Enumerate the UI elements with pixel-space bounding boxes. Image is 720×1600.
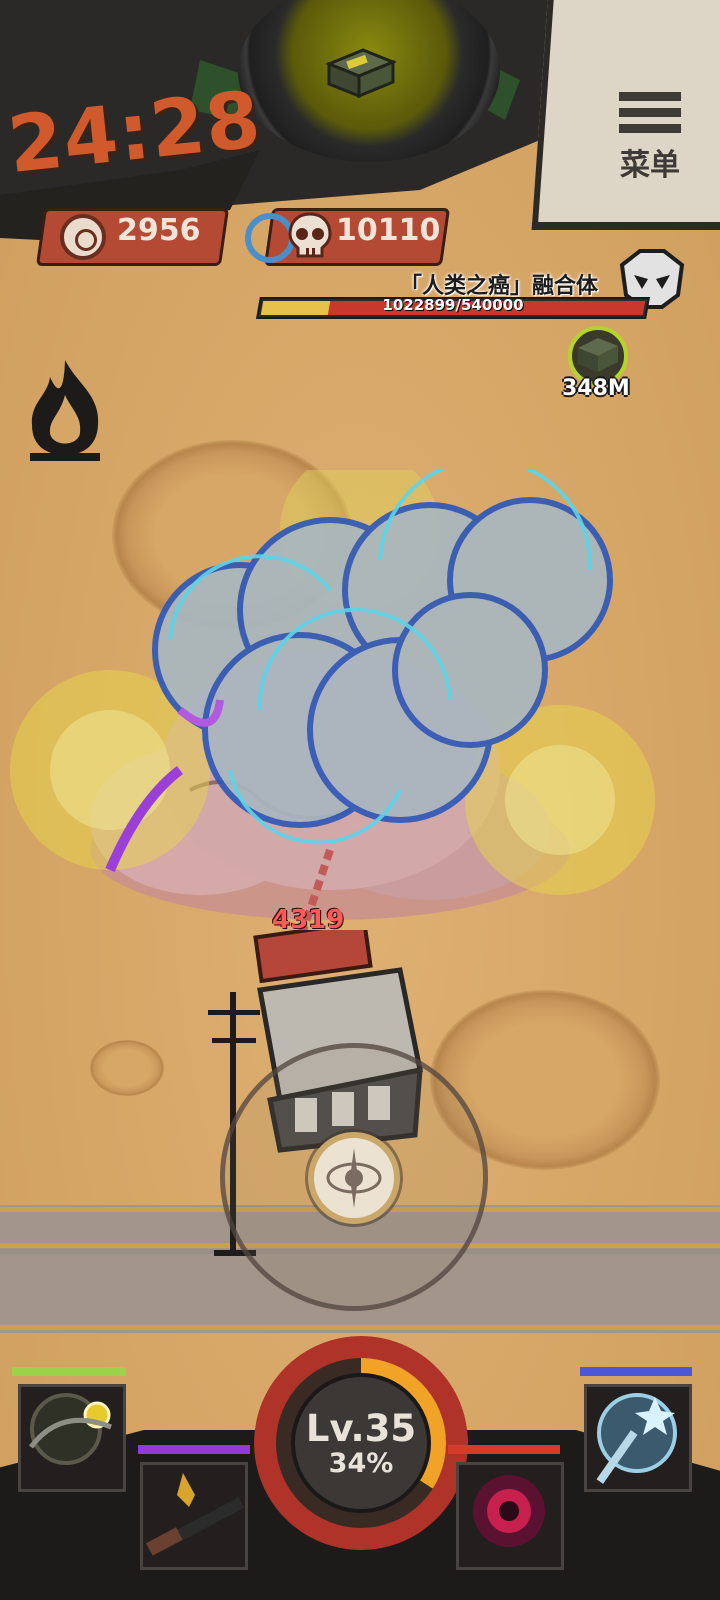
coin-icon [60, 214, 106, 260]
skill-slot-3-bar [448, 1445, 560, 1454]
skill-slot-ice-staff[interactable] [584, 1384, 692, 1492]
player-level: Lv.35 [305, 1407, 417, 1450]
fire-icon[interactable] [20, 355, 110, 465]
ice-staff-icon [596, 1393, 677, 1484]
crater [90, 1040, 164, 1096]
boss-creature-with-vortex-effects [10, 470, 655, 942]
shotgun-icon [146, 1473, 245, 1556]
target-distance: 348M [562, 376, 630, 401]
menu-button[interactable]: 菜单 [610, 92, 690, 192]
kill-count: 10110 [336, 213, 441, 248]
xp-percent: 34% [328, 1448, 394, 1479]
scythe-chain-icon [29, 1393, 112, 1465]
skull-icon [288, 212, 332, 258]
menu-icon [610, 92, 690, 133]
level-badge[interactable]: Lv.35 34% [291, 1373, 431, 1513]
skill-slot-shotgun[interactable] [140, 1462, 248, 1570]
skill-slot-scythe[interactable] [18, 1384, 126, 1492]
kill-ring-icon [245, 213, 294, 263]
skill-slot-1-bar [12, 1367, 126, 1376]
joystick-icon [326, 1148, 382, 1208]
crimson-orb-icon [473, 1475, 545, 1547]
skill-slot-crimson[interactable] [456, 1462, 564, 1570]
coin-count: 2956 [117, 213, 201, 248]
game-scene: 4319 24:28 菜单 2956 10110 「人类之癌」融合体 10228… [0, 0, 720, 1600]
target-ammo-box-icon [578, 338, 618, 372]
skill-slot-4-bar [580, 1367, 692, 1376]
skill-slot-2-bar [138, 1445, 250, 1454]
menu-label: 菜单 [620, 148, 680, 183]
boss-health-text: 1022899/540000 [382, 296, 524, 314]
ammo-box-icon [325, 48, 397, 98]
joystick-knob[interactable] [308, 1132, 400, 1224]
